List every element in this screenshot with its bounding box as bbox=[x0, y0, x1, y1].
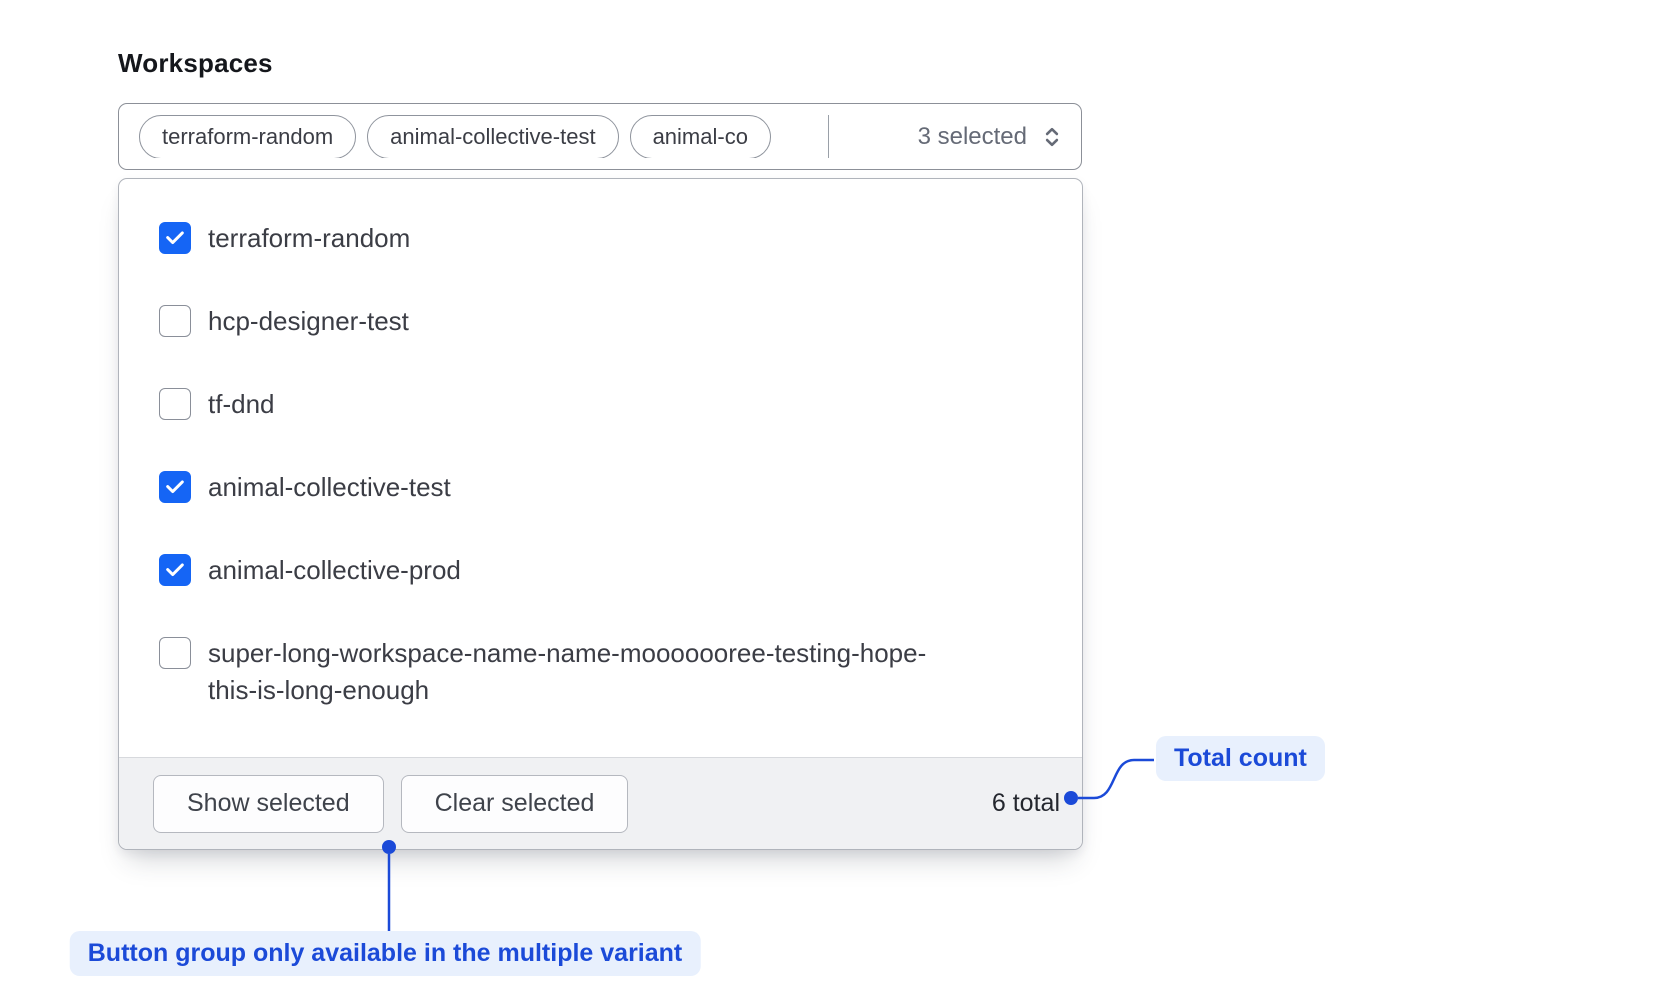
checkmark-icon bbox=[164, 559, 186, 581]
option-label: hcp-designer-test bbox=[208, 303, 409, 340]
clear-selected-button[interactable]: Clear selected bbox=[401, 775, 629, 833]
listbox-option[interactable]: terraform-random bbox=[159, 197, 1058, 280]
checkmark-icon bbox=[164, 476, 186, 498]
selection-summary-text: 3 selected bbox=[918, 123, 1027, 151]
selected-tag: terraform-random bbox=[139, 115, 356, 158]
button-group-annotation: Button group only available in the multi… bbox=[70, 931, 701, 976]
checkbox-unchecked[interactable] bbox=[159, 388, 191, 420]
listbox-option[interactable]: tf-dnd bbox=[159, 363, 1058, 446]
workspaces-label: Workspaces bbox=[118, 48, 273, 79]
show-selected-button[interactable]: Show selected bbox=[153, 775, 384, 833]
dropdown-footer: Show selected Clear selected 6 total bbox=[119, 757, 1082, 849]
checkbox-unchecked[interactable] bbox=[159, 305, 191, 337]
checkbox-unchecked[interactable] bbox=[159, 637, 191, 669]
listbox-option[interactable]: super-long-workspace-name-name-moooooore… bbox=[159, 612, 1058, 732]
unfold-chevrons-icon bbox=[1039, 124, 1065, 150]
selected-tag: animal-collective-test bbox=[367, 115, 618, 158]
listbox-option[interactable]: animal-collective-test bbox=[159, 446, 1058, 529]
listbox-option[interactable]: hcp-designer-test bbox=[159, 280, 1058, 363]
option-label: terraform-random bbox=[208, 220, 410, 257]
checkbox-checked[interactable] bbox=[159, 222, 191, 254]
multiselect-dropdown: terraform-random hcp-designer-test tf-dn… bbox=[118, 178, 1083, 850]
checkmark-icon bbox=[164, 227, 186, 249]
listbox-option[interactable]: animal-collective-prod bbox=[159, 529, 1058, 612]
option-label: animal-collective-prod bbox=[208, 552, 461, 589]
multiselect-trigger[interactable]: terraform-random animal-collective-test … bbox=[118, 103, 1082, 170]
checkbox-checked[interactable] bbox=[159, 554, 191, 586]
option-label: tf-dnd bbox=[208, 386, 275, 423]
option-label: animal-collective-test bbox=[208, 469, 451, 506]
option-label: super-long-workspace-name-name-moooooore… bbox=[208, 635, 926, 709]
selected-tags-container: terraform-random animal-collective-test … bbox=[139, 115, 829, 158]
selected-tag-clipped: animal-co bbox=[630, 115, 771, 158]
selection-summary: 3 selected bbox=[918, 123, 1081, 151]
total-count-annotation: Total count bbox=[1156, 736, 1325, 781]
checkbox-checked[interactable] bbox=[159, 471, 191, 503]
total-count-text: 6 total bbox=[992, 789, 1060, 818]
options-listbox: terraform-random hcp-designer-test tf-dn… bbox=[119, 179, 1082, 732]
